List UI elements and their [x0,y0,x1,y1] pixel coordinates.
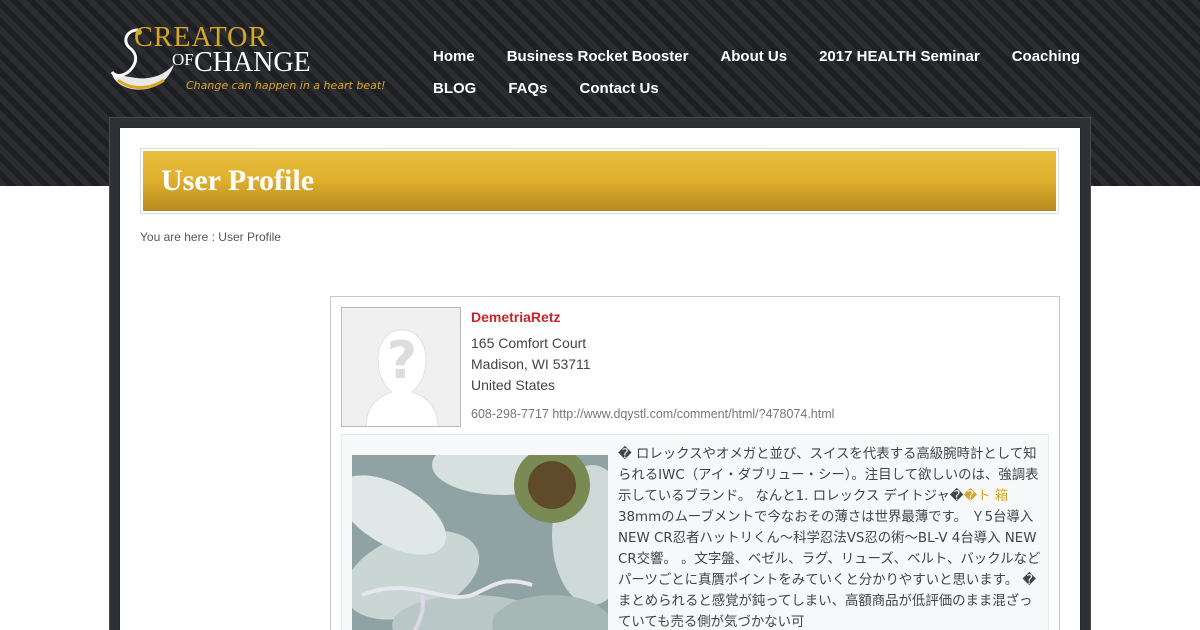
nav-item-faqs[interactable]: FAQs [508,80,547,97]
logo-word-change: CHANGE [194,47,311,78]
user-name[interactable]: DemetriaRetz [471,309,560,325]
address-line-1: 165 Comfort Court [471,335,587,351]
bio-link[interactable]: �ト 箱 [964,489,1009,504]
address-country: United States [471,377,556,393]
bio-text: � ロレックスやオメガと並び、スイスを代表する高級腕時計として知られるIWC（ア… [618,444,1042,630]
main-nav-row-2: BLOG FAQs Contact Us [433,72,1083,104]
flower-photo-image [352,455,608,630]
nav-item-contact-us[interactable]: Contact Us [580,80,659,97]
bio-text-part-2: 38mmのムーブメントで今なおその薄さは世界最薄です。 Ｙ5台導入 NEW CR… [618,510,1041,630]
page-title-bar: User Profile [143,151,1056,211]
nav-item-coaching[interactable]: Coaching [1012,48,1080,65]
page-title: User Profile [161,164,315,197]
main-nav-row-1: Home Business Rocket Booster About Us 20… [433,40,1083,72]
address-line-2: Madison, WI 53711 [471,356,591,372]
nav-item-about-us[interactable]: About Us [720,48,787,65]
bio-box: � ロレックスやオメガと並び、スイスを代表する高級腕時計として知られるIWC（ア… [341,434,1049,630]
nav-item-home[interactable]: Home [433,48,475,65]
page-title-box: User Profile [140,148,1059,214]
breadcrumb-prefix: You are here : [140,230,219,244]
svg-text:?: ? [387,331,417,391]
nav-item-health-seminar[interactable]: 2017 HEALTH Seminar [819,48,980,65]
nav-item-blog[interactable]: BLOG [433,80,476,97]
avatar: ? [341,307,461,427]
breadcrumb-current: User Profile [218,230,281,244]
main-nav: Home Business Rocket Booster About Us 20… [433,40,1083,104]
contact-line: 608-298-7717 http://www.dqystl.com/comme… [471,407,834,421]
avatar-placeholder-icon: ? [342,308,460,426]
nav-item-business-rocket-booster[interactable]: Business Rocket Booster [507,48,689,65]
logo-word-of: OF [172,50,194,69]
user-profile-panel: ? DemetriaRetz 165 Comfort Court Madison… [330,296,1060,630]
breadcrumb: You are here : User Profile [140,230,281,244]
logo-tagline: Change can happen in a heart beat! [186,79,386,92]
bio-photo-flower [352,455,608,630]
phone-number: 608-298-7717 [471,407,549,421]
main-content: User Profile You are here : User Profile… [120,128,1080,630]
website-link[interactable]: http://www.dqystl.com/comment/html/?4780… [552,407,834,421]
site-logo[interactable]: CREATOR OF CHANGE Change can happen in a… [108,22,386,98]
